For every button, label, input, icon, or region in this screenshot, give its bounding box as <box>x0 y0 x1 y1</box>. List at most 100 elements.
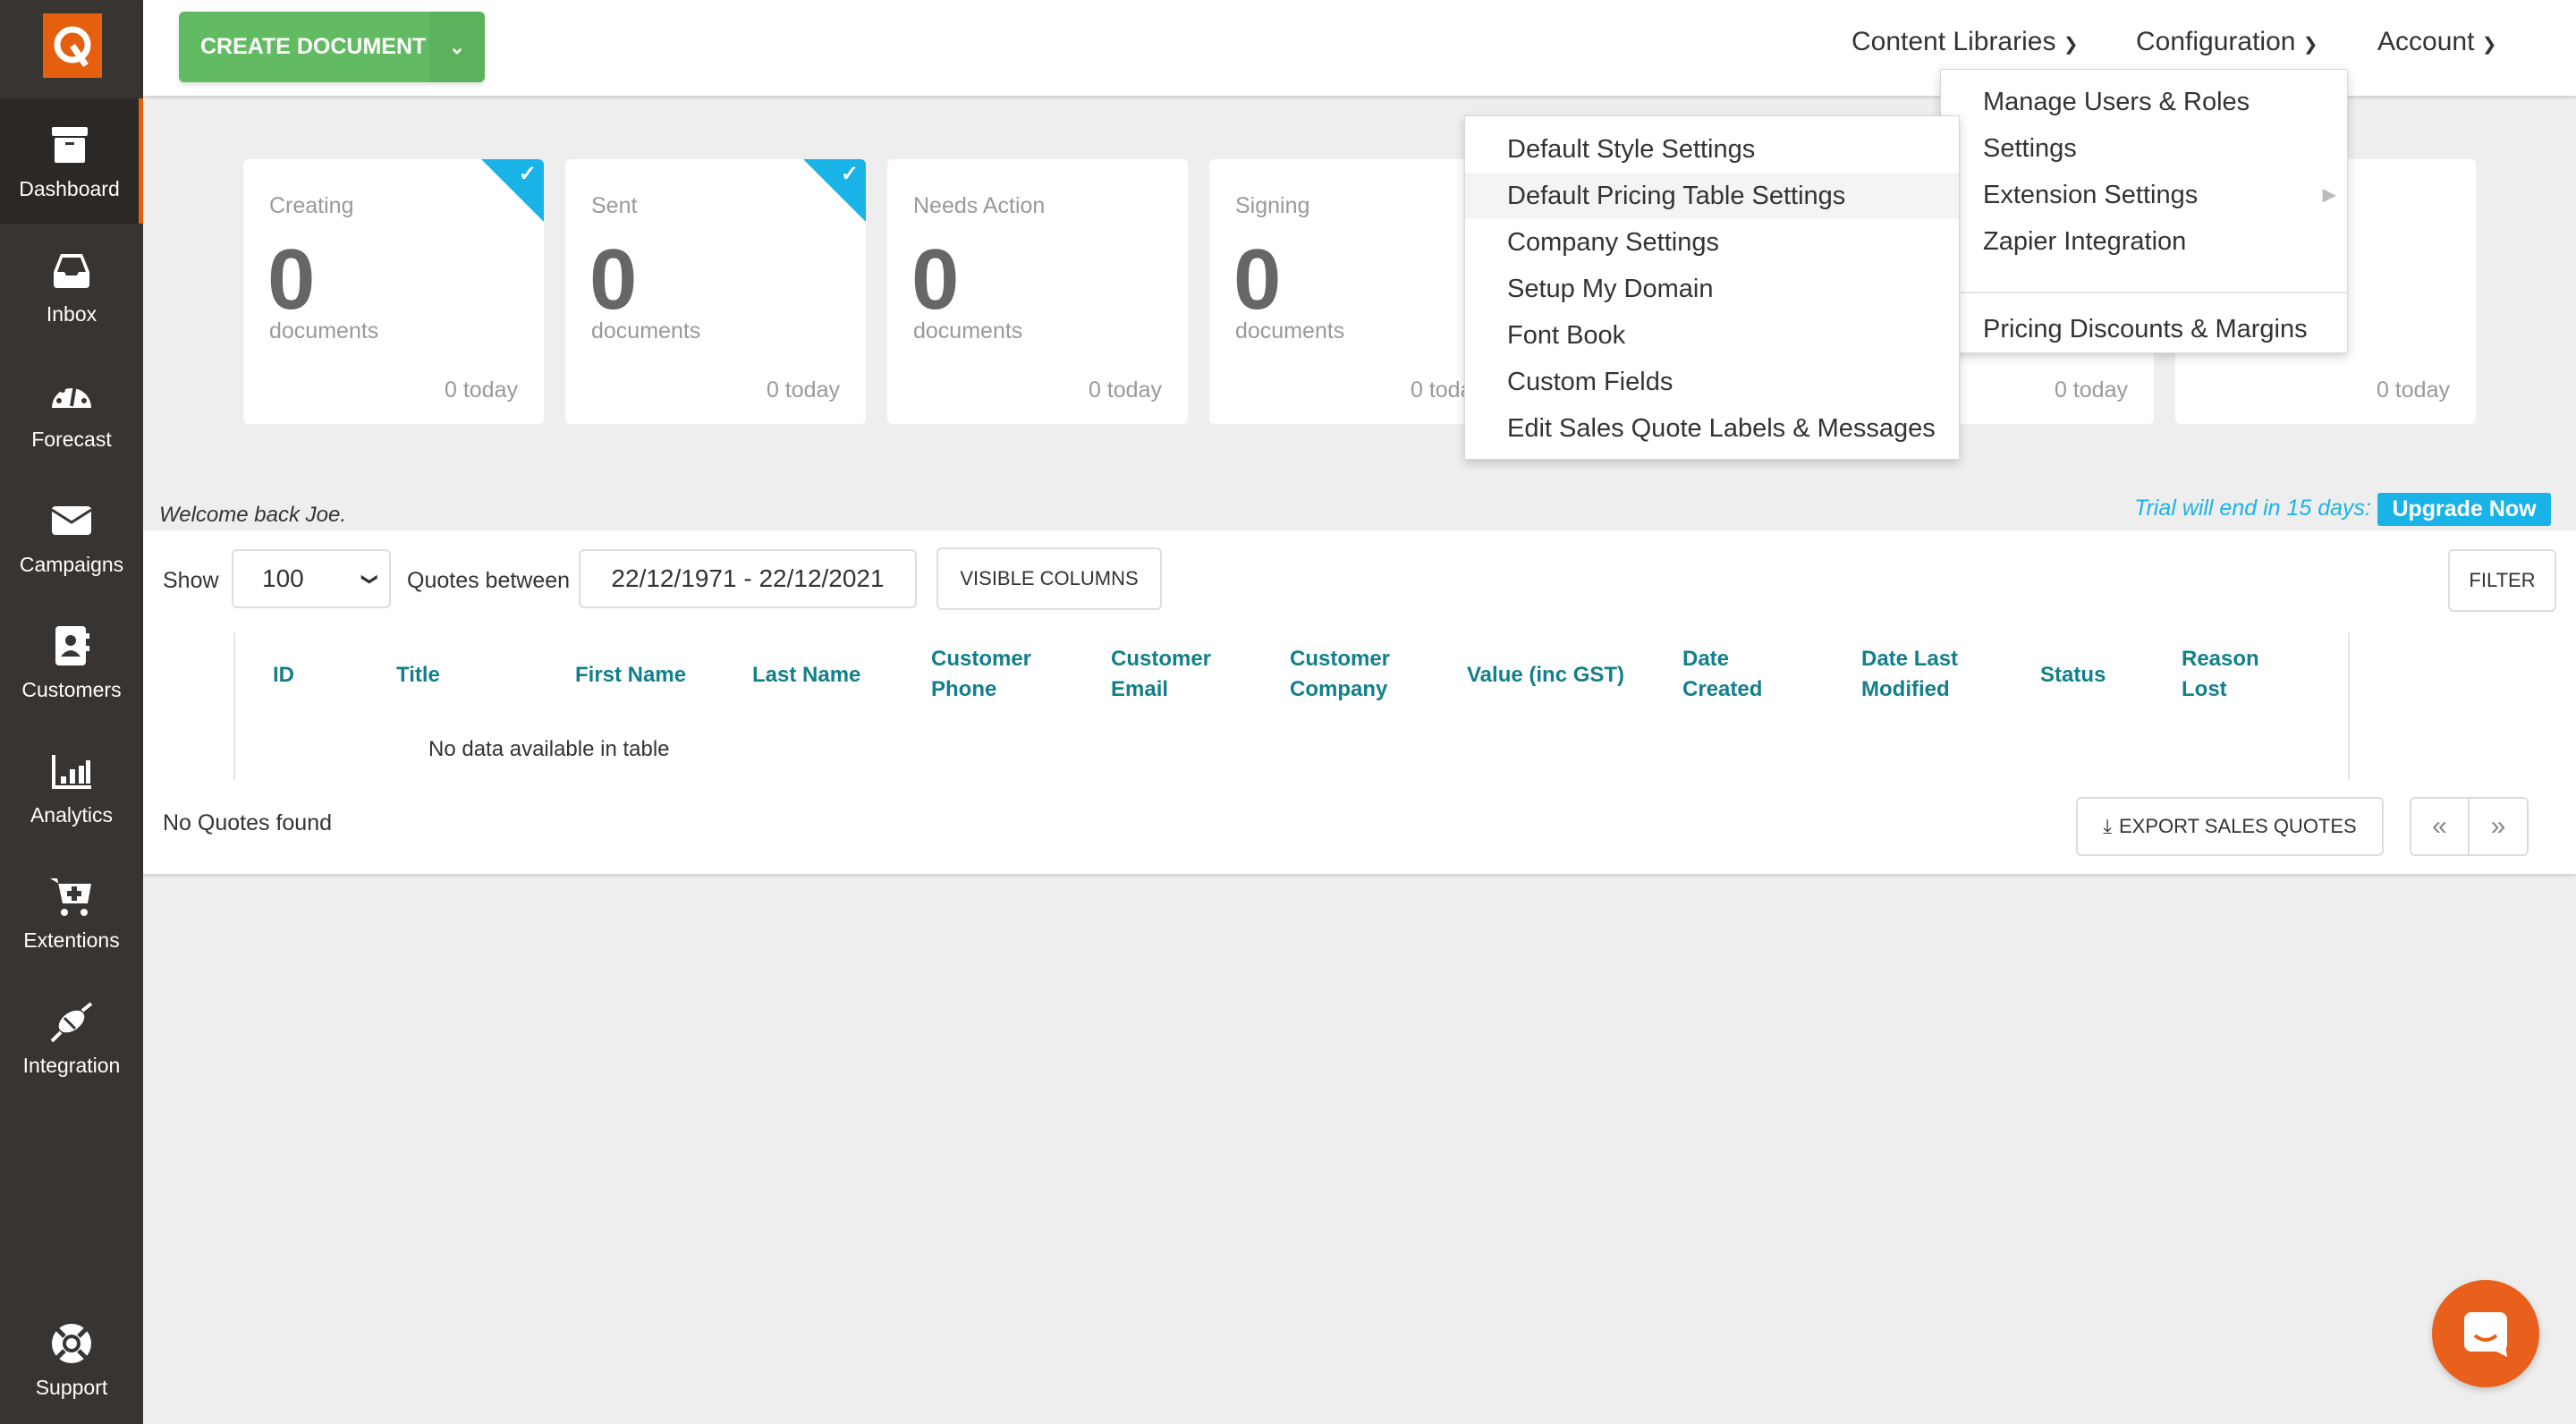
chevron-down-icon: ❯ <box>2302 35 2318 55</box>
column-header-line: Title <box>396 663 440 687</box>
nav-configuration[interactable]: Configuration ❯ <box>2136 27 2318 57</box>
welcome-message: Welcome back Joe. <box>159 503 346 527</box>
submenu-item[interactable]: Font Book <box>1465 312 1959 359</box>
column-header[interactable]: Last Name <box>752 660 860 691</box>
upgrade-now-button[interactable]: Upgrade Now <box>2377 493 2551 526</box>
sidebar-item-support[interactable]: Support <box>0 1297 143 1422</box>
card-unit: documents <box>269 318 379 343</box>
submenu-item[interactable]: Setup My Domain <box>1465 266 1959 312</box>
submenu-item[interactable]: Company Settings <box>1465 219 1959 266</box>
column-header[interactable]: Date Last Modified <box>1861 644 1958 705</box>
column-header[interactable]: ID <box>273 660 294 691</box>
plug-icon <box>50 1001 93 1042</box>
chevron-down-icon: ❯ <box>360 572 379 586</box>
column-header-line: Customer <box>1111 647 1212 671</box>
next-page-button[interactable]: » <box>2468 797 2529 856</box>
card-count: 0 <box>589 232 638 327</box>
download-icon: ⤓ <box>2103 815 2112 837</box>
submenu-item-label: Custom Fields <box>1507 368 1674 396</box>
sidebar-item-label: Integration <box>22 1053 121 1077</box>
configuration-menu: Manage Users & Roles Settings Extension Se… <box>1940 69 2348 353</box>
column-header-line: Date <box>1682 647 1730 671</box>
prev-page-button[interactable]: « <box>2410 797 2470 856</box>
visible-columns-button[interactable]: VISIBLE COLUMNS <box>936 547 1162 610</box>
filter-button[interactable]: FILTER <box>2448 549 2556 612</box>
nav-account[interactable]: Account ❯ <box>2377 27 2497 57</box>
card-today: 0 today <box>2376 377 2450 403</box>
column-header[interactable]: Title <box>396 660 440 691</box>
submenu-item[interactable]: Custom Fields <box>1465 359 1959 405</box>
check-icon: ✓ <box>518 162 537 186</box>
status-card[interactable]: Needs Action 0 documents 0 today <box>887 159 1188 424</box>
column-header-line: Company <box>1290 677 1388 701</box>
column-header[interactable]: Value (inc GST) <box>1467 660 1624 691</box>
card-count: 0 <box>1233 232 1282 327</box>
chevron-down-icon[interactable]: ⌄ <box>429 12 485 82</box>
check-icon: ✓ <box>840 162 859 186</box>
menu-item[interactable]: Zapier Integration <box>1941 218 2347 265</box>
cart-plus-icon <box>50 877 91 916</box>
life-ring-icon <box>52 1323 91 1363</box>
gauge-icon <box>52 384 91 408</box>
chevron-down-icon: ❯ <box>2063 35 2079 55</box>
column-header-line: Created <box>1682 677 1763 701</box>
column-header[interactable]: Customer Phone <box>931 644 1031 705</box>
menu-item-label: Pricing Discounts & Margins <box>1983 315 2308 343</box>
sidebar-item-inbox[interactable]: Inbox <box>0 224 143 349</box>
column-header[interactable]: Reason Lost <box>2182 644 2259 705</box>
create-document-button[interactable]: CREATE DOCUMENT ⌄ <box>179 12 485 82</box>
column-header[interactable]: Status <box>2040 660 2106 691</box>
menu-item-label: Extension Settings <box>1983 181 2199 209</box>
status-card[interactable]: Creating 0 documents 0 today ✓ <box>243 159 544 424</box>
chat-launcher[interactable] <box>2432 1280 2539 1387</box>
card-title: Sent <box>591 193 638 218</box>
sidebar-item-label: Analytics <box>30 802 114 826</box>
menu-item[interactable]: Settings <box>1941 125 2347 172</box>
submenu-item[interactable]: Edit Sales Quote Labels & Messages <box>1465 405 1959 452</box>
app-logo[interactable] <box>43 13 102 78</box>
column-header-line: Lost <box>2182 677 2227 701</box>
menu-item[interactable]: Pricing Discounts & Margins <box>1941 306 2347 352</box>
column-header[interactable]: First Name <box>575 660 686 691</box>
column-header[interactable]: Customer Company <box>1290 644 1390 705</box>
nav-label: Content Libraries <box>1852 27 2056 56</box>
page-size-select[interactable]: 100 ❯ <box>232 549 391 608</box>
column-header[interactable]: Customer Email <box>1111 644 1211 705</box>
quotes-between-label: Quotes between <box>407 568 571 593</box>
column-header-line: Email <box>1111 677 1169 701</box>
column-header-line: Last Name <box>752 663 861 687</box>
sidebar-item-campaigns[interactable]: Campaigns <box>0 474 143 599</box>
submenu-item-label: Default Style Settings <box>1507 135 1756 164</box>
card-today: 0 today <box>1088 377 1162 403</box>
sidebar-item-analytics[interactable]: Analytics <box>0 725 143 850</box>
export-sales-quotes-button[interactable]: ⤓ EXPORT SALES QUOTES <box>2076 797 2384 856</box>
sidebar-item-integration[interactable]: Integration <box>0 975 143 1100</box>
menu-item[interactable]: Manage Users & Roles <box>1941 79 2347 125</box>
table-right-border <box>2348 632 2350 780</box>
caret-right-icon: ▶ <box>2322 185 2336 205</box>
column-header-line: Date Last <box>1861 647 1959 671</box>
sidebar-item-customers[interactable]: Customers <box>0 599 143 725</box>
sidebar-item-label: Forecast <box>31 427 112 451</box>
nav-content-libraries[interactable]: Content Libraries ❯ <box>1852 27 2079 57</box>
menu-item-label: Settings <box>1983 134 2077 163</box>
submenu-item-label: Edit Sales Quote Labels & Messages <box>1507 414 1936 443</box>
submenu-item-label: Setup My Domain <box>1507 275 1714 303</box>
sidebar-item-label: Support <box>35 1375 108 1399</box>
page-size-value: 100 <box>262 564 304 592</box>
card-unit: documents <box>913 318 1023 343</box>
sidebar-item-forecast[interactable]: Forecast <box>0 349 143 474</box>
export-label: EXPORT SALES QUOTES <box>2119 815 2357 837</box>
column-header[interactable]: Date Created <box>1682 644 1762 705</box>
status-card[interactable]: Sent 0 documents 0 today ✓ <box>565 159 866 424</box>
card-unit: documents <box>591 318 701 343</box>
archive-icon <box>51 126 88 163</box>
nav-label: Account <box>2377 27 2475 56</box>
date-range-input[interactable]: 22/12/1971 - 22/12/2021 <box>579 549 917 608</box>
sidebar: Dashboard Inbox Forecast Campaigns Customers… <box>0 0 143 1424</box>
submenu-item[interactable]: Default Style Settings <box>1465 126 1959 173</box>
sidebar-item-extentions[interactable]: Extentions <box>0 850 143 975</box>
submenu-item[interactable]: Default Pricing Table Settings <box>1465 173 1959 219</box>
sidebar-item-dashboard[interactable]: Dashboard <box>0 98 143 224</box>
menu-item[interactable]: Extension Settings ▶ <box>1941 172 2347 218</box>
